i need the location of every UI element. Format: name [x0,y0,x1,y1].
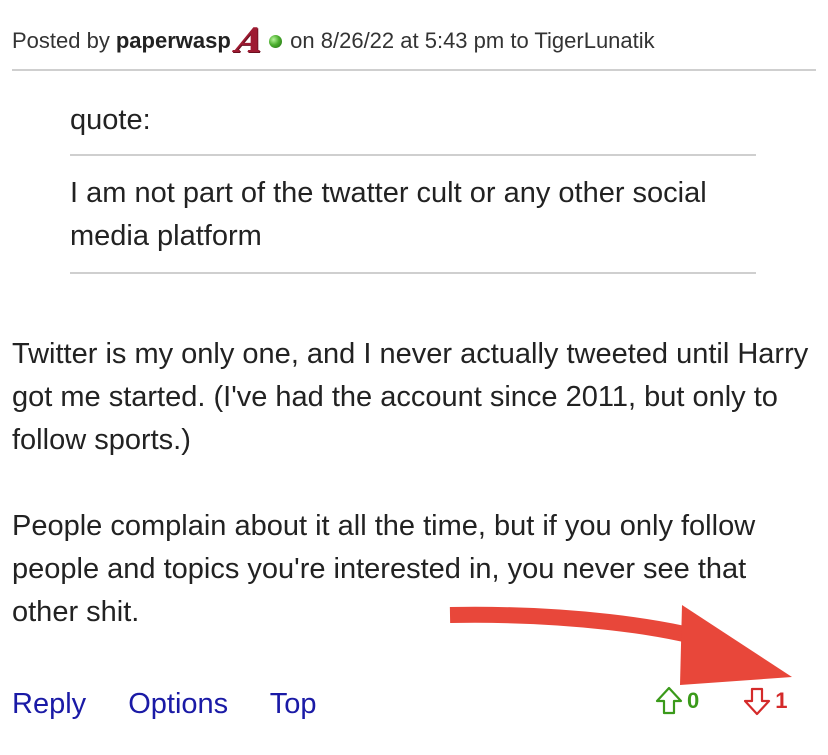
header-divider [12,69,816,71]
thumb-up-arrow-icon [655,686,683,715]
annotation-arrow [449,605,792,685]
upvote-count: 0 [687,688,700,713]
post-footer: Reply Options Top [12,684,350,724]
quote-text: I am not part of the twatter cult or any… [70,156,756,274]
online-status-icon [269,34,283,48]
reply-link[interactable]: Reply [12,688,86,720]
options-link[interactable]: Options [128,688,228,720]
quote-label: quote: [70,100,756,156]
posted-by-label: Posted by [12,28,110,53]
thumb-down-arrow-icon [744,687,771,716]
vote-controls: 0 1 [655,686,788,716]
downvote-count: 1 [775,688,788,713]
top-link[interactable]: Top [270,688,317,720]
post-paragraph: Twitter is my only one, and I never actu… [12,338,809,456]
post-meta: on 8/26/22 at 5:43 pm to TigerLunatik [290,28,655,53]
author-name[interactable]: paperwasp [116,26,231,56]
upvote-button[interactable]: 0 [655,686,699,716]
team-logo-icon: A [232,21,268,61]
post-header: Posted by paperwasp A on 8/26/22 at 5:43… [12,21,655,61]
quote-block: quote: I am not part of the twatter cult… [70,100,756,274]
downvote-button[interactable]: 1 [743,686,788,716]
